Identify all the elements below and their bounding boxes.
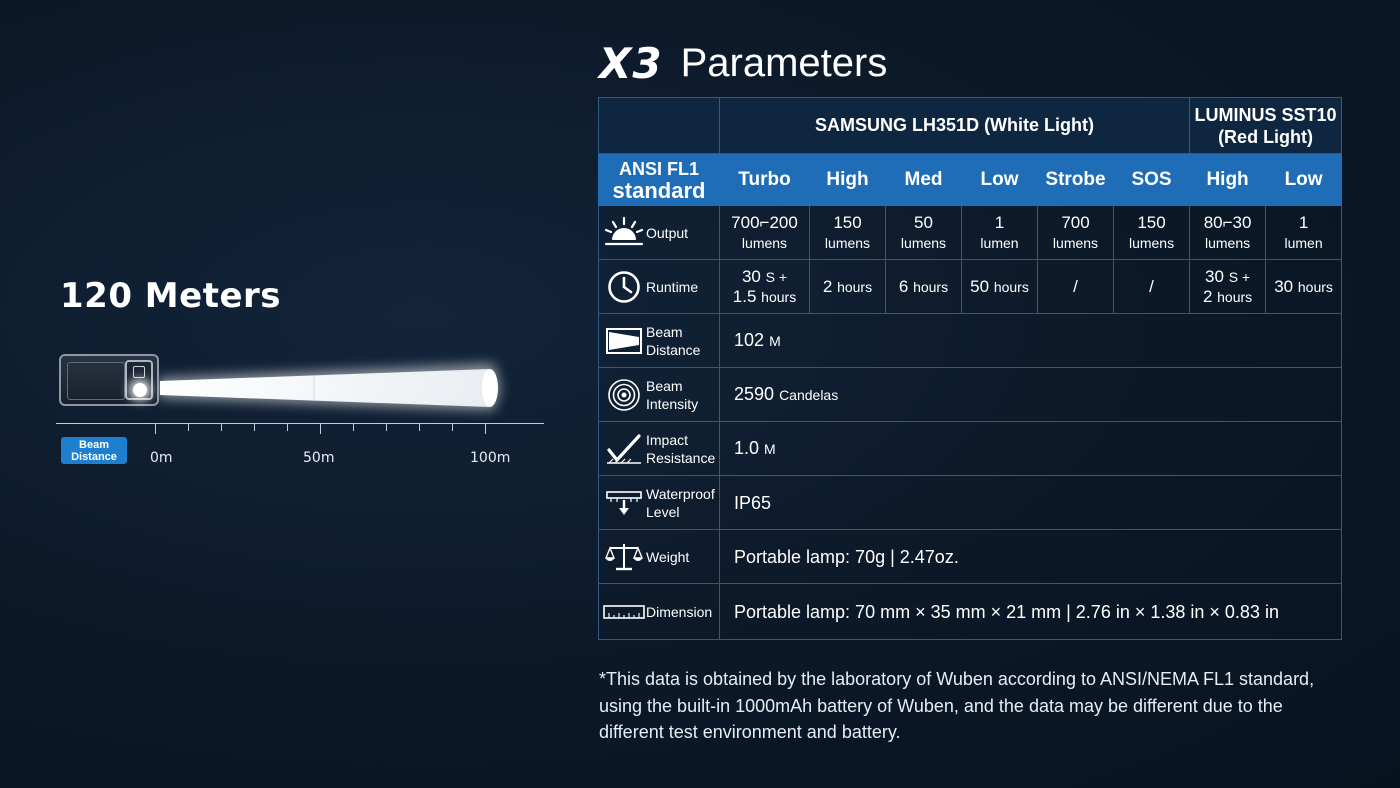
beam-distance-icon <box>602 321 646 361</box>
output-red-high: 80⌐30 lumens <box>1189 205 1267 260</box>
tick-label-50m: 50m <box>303 450 335 466</box>
title-text: Parameters <box>680 40 888 85</box>
output-high: 150 lumens <box>809 205 886 260</box>
beam-intensity-label: Beam Intensity <box>646 377 699 412</box>
output-label: Output <box>646 224 689 241</box>
runtime-med: 6 hours <box>885 259 962 314</box>
runtime-row: Runtime 30 S + 1.5 hours 2 hours 6 hours… <box>598 259 1343 314</box>
dimension-label: Dimension <box>646 603 713 620</box>
runtime-red-high: 30 S + 2 hours <box>1189 259 1267 314</box>
beam-illustration: Beam Distance 0m 50m 100m <box>56 350 546 470</box>
runtime-high: 2 hours <box>809 259 886 314</box>
ansi-standard-label: ANSI FL1 standard <box>598 153 720 206</box>
beam-distance-title: 120 Meters <box>60 276 282 316</box>
runtime-red-low: 30 hours <box>1265 259 1343 314</box>
white-led-header: SAMSUNG LH351D (White Light) <box>718 97 1191 154</box>
footnote: *This data is obtained by the laboratory… <box>599 669 1315 742</box>
output-red-low: 1 lumen <box>1265 205 1343 260</box>
mode-turbo: Turbo <box>719 153 810 206</box>
waterproof-row: Waterproof Level IP65 <box>598 475 1343 530</box>
led-header-row: SAMSUNG LH351D (White Light) LUMINUS SST… <box>598 97 1343 154</box>
runtime-turbo: 30 S + 1.5 hours <box>719 259 810 314</box>
mode-sos: SOS <box>1112 153 1191 206</box>
mode-red-high: High <box>1189 153 1267 206</box>
weight-label: Weight <box>646 548 690 565</box>
impact-check-icon <box>602 429 646 469</box>
page-title: X3 Parameters <box>599 38 887 88</box>
beam-distance-row: Beam Distance 102 M <box>598 313 1343 368</box>
portable-lamp-icon <box>59 354 159 406</box>
output-low: 1 lumen <box>961 205 1038 260</box>
beam-intensity-row: Beam Intensity 2590 Candelas <box>598 367 1343 422</box>
beam-distance-badge: Beam Distance <box>61 437 127 464</box>
impact-row: Impact Resistance 1.0 M <box>598 421 1343 476</box>
mode-red-low: Low <box>1265 153 1343 206</box>
tick-label-0m: 0m <box>150 450 173 466</box>
scale-icon <box>602 537 646 577</box>
parameters-table: SAMSUNG LH351D (White Light) LUMINUS SST… <box>598 97 1343 640</box>
output-turbo: 700⌐200 lumens <box>719 205 810 260</box>
mode-med: Med <box>885 153 962 206</box>
tick-label-100m: 100m <box>470 450 511 466</box>
beam-intensity-value: 2590 Candelas <box>718 367 1343 422</box>
runtime-low: 50 hours <box>961 259 1038 314</box>
output-strobe: 700 lumens <box>1037 205 1114 260</box>
beam-distance-label: Beam Distance <box>646 323 701 358</box>
output-sos: 150 lumens <box>1112 205 1191 260</box>
waterproof-value: IP65 <box>718 475 1343 530</box>
mode-low: Low <box>961 153 1038 206</box>
weight-row: Weight Portable lamp: 70g | 2.47oz. <box>598 529 1343 584</box>
mode-high: High <box>809 153 886 206</box>
clock-icon <box>602 267 646 307</box>
output-row: Output 700⌐200 lumens 150 lumens 50 lumens … <box>598 205 1343 260</box>
distance-ruler <box>56 423 544 424</box>
beam-distance-value: 102 M <box>718 313 1343 368</box>
target-icon <box>602 375 646 415</box>
sunrise-icon <box>602 213 646 253</box>
mode-strobe: Strobe <box>1037 153 1114 206</box>
dimension-value: Portable lamp: 70 mm × 35 mm × 21 mm | 2… <box>718 583 1343 640</box>
model-name: X3 <box>599 38 663 88</box>
modes-row: ANSI FL1 standard Turbo High Med Low Str… <box>598 153 1343 206</box>
impact-value: 1.0 M <box>718 421 1343 476</box>
waterproof-icon <box>602 483 646 523</box>
red-led-header: LUMINUS SST10 (Red Light) <box>1189 97 1343 154</box>
runtime-label: Runtime <box>646 278 699 295</box>
weight-value: Portable lamp: 70g | 2.47oz. <box>718 529 1343 584</box>
dimension-row: Dimension Portable lamp: 70 mm × 35 mm ×… <box>598 583 1343 640</box>
light-beam-graphic <box>158 364 500 410</box>
runtime-strobe: / <box>1037 259 1114 314</box>
impact-label: Impact Resistance <box>646 431 716 466</box>
output-med: 50 lumens <box>885 205 962 260</box>
ruler-icon <box>602 592 646 632</box>
waterproof-label: Waterproof Level <box>646 485 715 520</box>
runtime-sos: / <box>1112 259 1191 314</box>
